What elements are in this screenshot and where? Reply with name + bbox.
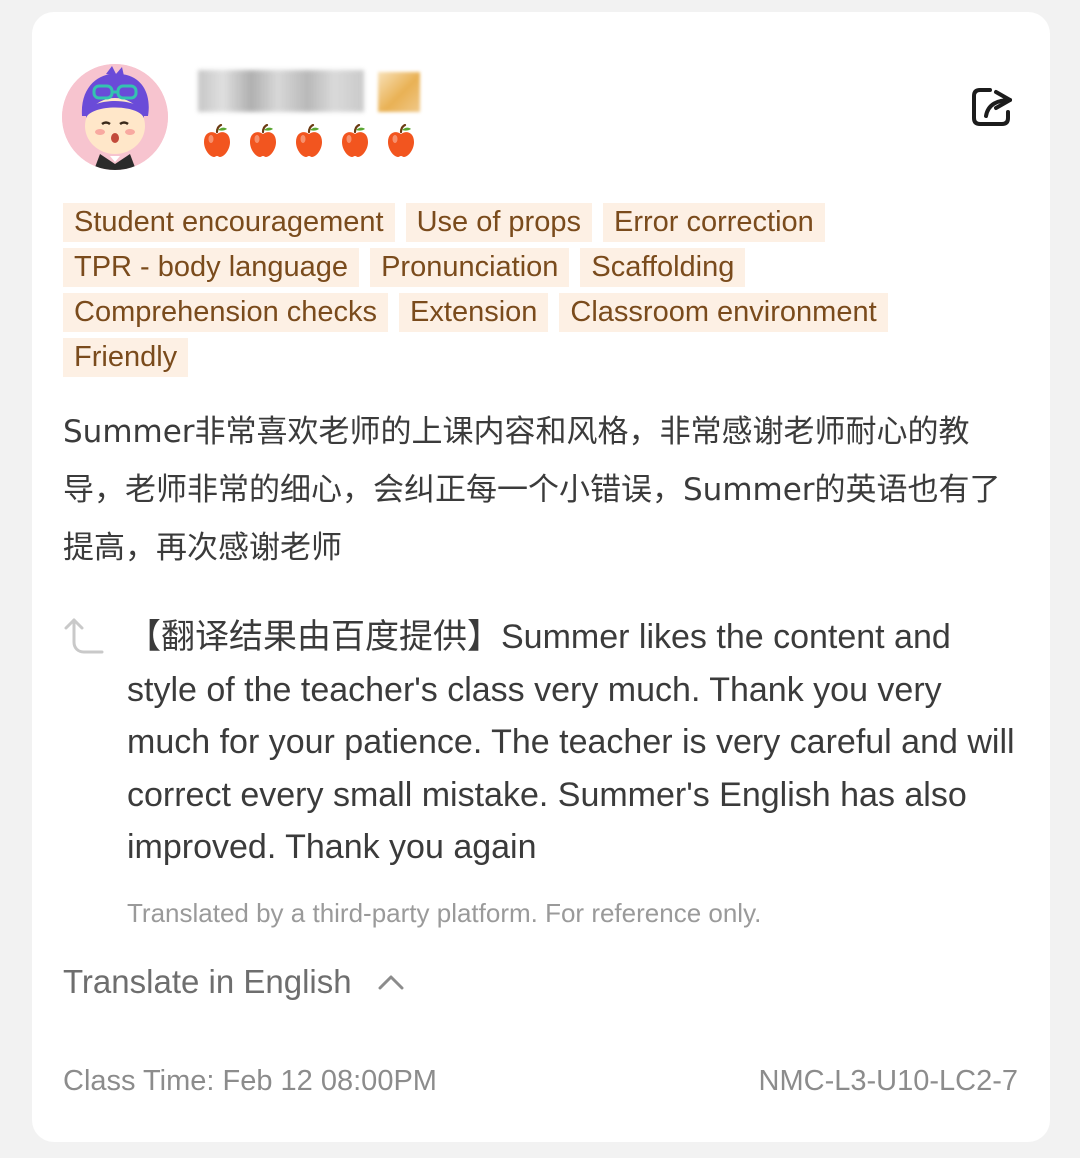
review-tag: Scaffolding [580, 248, 746, 287]
translate-return-icon [62, 616, 106, 656]
translate-toggle-label: Translate in English [63, 963, 352, 1000]
review-tag: Error correction [602, 203, 825, 242]
avatar [62, 64, 168, 170]
apple-icon [340, 123, 370, 158]
review-tags: Student encouragement Use of props Error c… [63, 203, 963, 377]
lesson-code: NMC-L3-U10-LC2-7 [758, 1065, 1018, 1097]
review-tag: Comprehension checks [63, 293, 389, 332]
teacher-badge-redacted [378, 72, 420, 112]
translate-toggle[interactable]: Translate in English [63, 960, 404, 1004]
rating-apples [202, 123, 416, 158]
apple-icon [202, 123, 232, 158]
apple-icon [386, 123, 416, 158]
review-comment: Summer非常喜欢老师的上课内容和风格，非常感谢老师耐心的教导，老师非常的细心… [63, 414, 1001, 566]
review-tag: Student encouragement [63, 203, 395, 242]
class-time: Class Time: Feb 12 08:00PM [63, 1065, 437, 1097]
teacher-name-redacted [198, 70, 364, 112]
review-tag: Pronunciation [370, 248, 570, 287]
apple-icon [248, 123, 278, 158]
apple-icon [294, 123, 324, 158]
translation-disclaimer: Translated by a third-party platform. Fo… [127, 898, 762, 928]
review-tag: Extension [399, 293, 549, 332]
review-translation: 【翻译结果由百度提供】Summer likes the content and … [127, 618, 1015, 866]
review-tag: Use of props [405, 203, 592, 242]
chevron-up-icon [378, 975, 404, 990]
review-tag: Classroom environment [559, 293, 888, 332]
review-tag: TPR - body language [63, 248, 360, 287]
share-button[interactable] [968, 84, 1018, 130]
share-icon [972, 88, 1012, 126]
review-tag: Friendly [63, 338, 189, 377]
